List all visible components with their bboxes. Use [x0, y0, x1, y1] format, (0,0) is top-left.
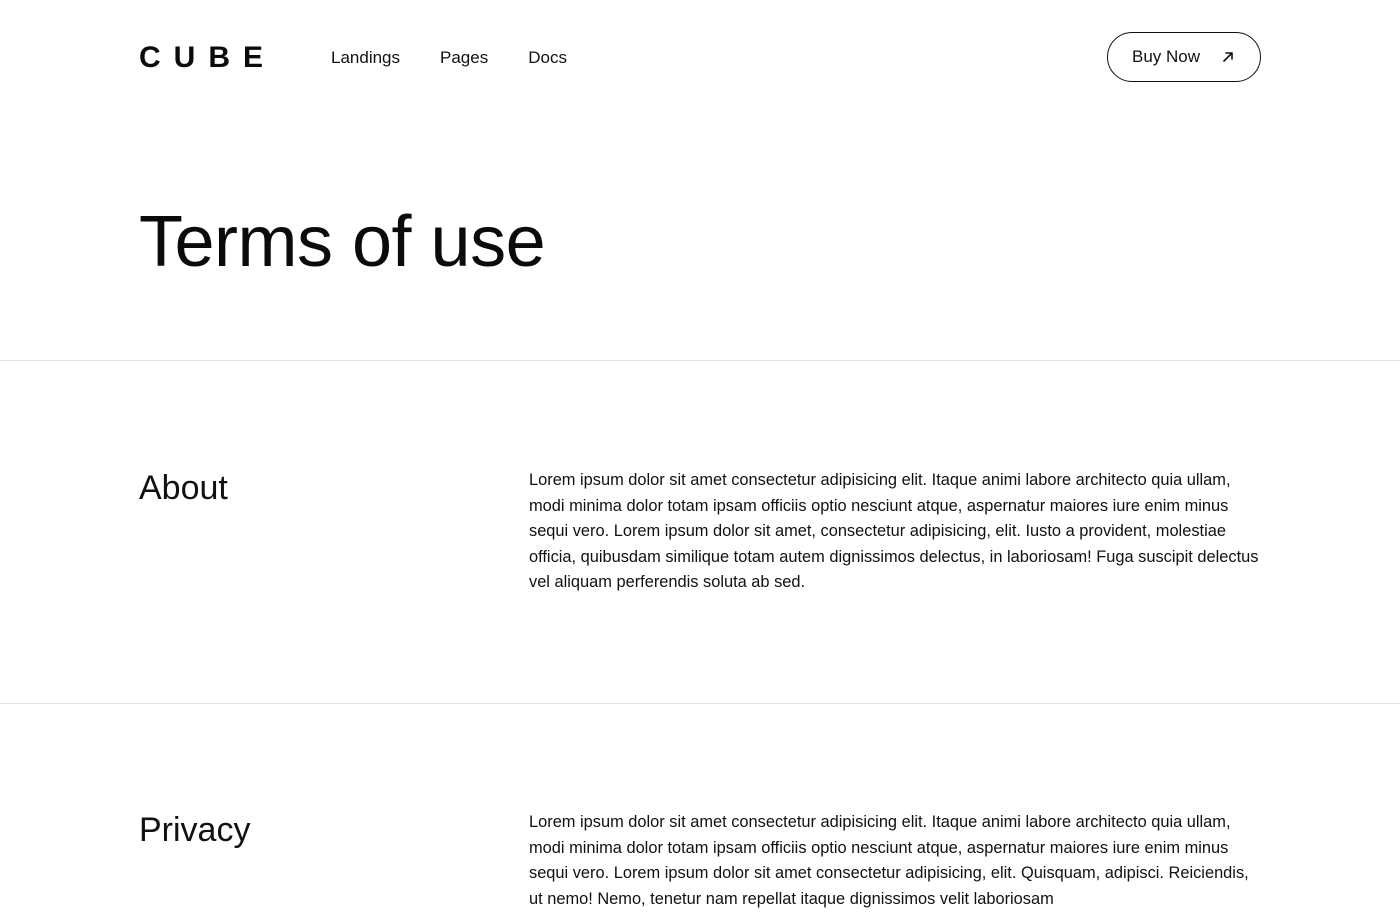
page-title: Terms of use: [139, 202, 546, 282]
section-divider: [0, 703, 1400, 704]
buy-now-button[interactable]: Buy Now: [1107, 32, 1261, 82]
site-header: CUBE Landings Pages Docs Buy Now: [0, 0, 1400, 115]
main-nav: Landings Pages Docs: [331, 46, 567, 70]
about-body: Lorem ipsum dolor sit amet consectetur a…: [529, 471, 1259, 592]
privacy-heading: Privacy: [139, 811, 251, 849]
cube-logo[interactable]: CUBE: [139, 39, 276, 77]
nav-link-landings[interactable]: Landings: [331, 46, 400, 70]
about-heading: About: [139, 469, 228, 507]
section-divider: [0, 360, 1400, 361]
arrow-up-right-icon: [1223, 52, 1233, 62]
privacy-body: Lorem ipsum dolor sit amet consectetur a…: [529, 813, 1249, 908]
nav-link-pages[interactable]: Pages: [440, 46, 488, 70]
buy-now-label: Buy Now: [1132, 47, 1201, 66]
nav-link-docs[interactable]: Docs: [528, 46, 567, 70]
